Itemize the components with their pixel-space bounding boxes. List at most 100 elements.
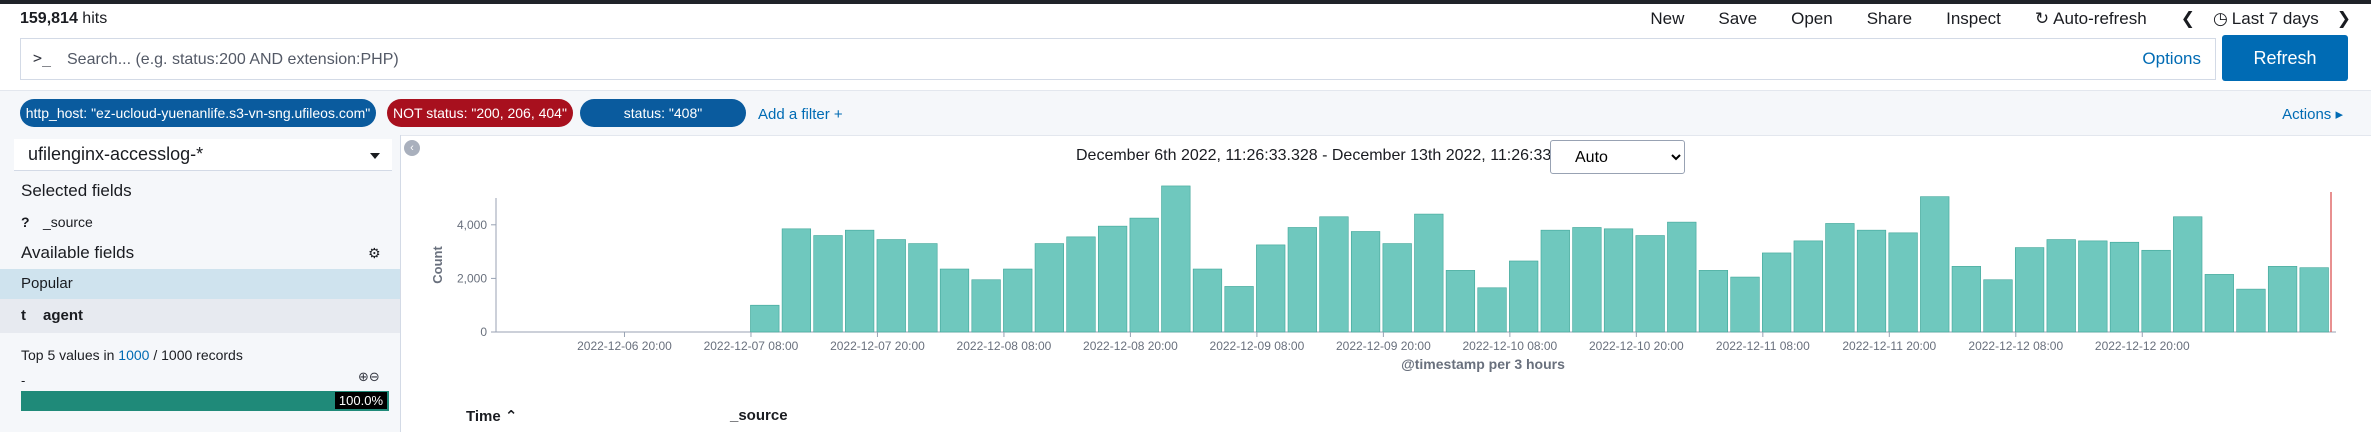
filter-pill-status[interactable]: status: "408" — [580, 99, 746, 127]
collapse-sidebar-icon[interactable]: ‹ — [404, 140, 420, 156]
filter-pill-not-status[interactable]: NOT status: "200, 206, 404" — [387, 99, 573, 127]
top-value-progress-bar: 100.0% — [21, 391, 389, 411]
filter-zoom-controls: ⊕⊖ — [358, 369, 380, 385]
y-tick-label: 2,000 — [457, 271, 487, 285]
histogram-bar — [2109, 241, 2140, 333]
filter-pill-http-host[interactable]: http_host: "ez-ucloud-yuenanlife.s3-vn-s… — [20, 99, 376, 127]
x-tick-label: 2022-12-07 20:00 — [830, 339, 925, 353]
histogram-bar — [1034, 243, 1064, 333]
histogram-chart: 0 2,000 4,000 2022-12-06 20:00 2022-12-07 08… — [430, 185, 2336, 372]
selected-fields-title: Selected fields — [21, 181, 132, 200]
search-input[interactable] — [65, 39, 2049, 81]
histogram-bar — [1667, 221, 1697, 333]
histogram-bar — [1572, 227, 1602, 333]
zoom-in-icon[interactable]: ⊕ — [358, 369, 369, 384]
save-button[interactable]: Save — [1718, 9, 1757, 29]
histogram-bar — [750, 304, 780, 333]
x-tick-label: 2022-12-12 20:00 — [2095, 339, 2190, 353]
field-row-agent[interactable]: t agent — [0, 299, 400, 333]
index-pattern-select[interactable]: ufilenginx-accesslog-* — [14, 139, 392, 171]
popular-label: Popular — [21, 275, 73, 292]
query-prompt-icon: >_ — [33, 49, 52, 67]
refresh-icon: ↻ — [2034, 9, 2050, 28]
histogram-bar — [939, 268, 970, 333]
histogram-bar — [1856, 229, 1887, 333]
gear-icon[interactable]: ⚙ — [368, 245, 381, 262]
x-tick-label: 2022-12-11 08:00 — [1716, 339, 1810, 353]
filter-bar: http_host: "ez-ucloud-yuenanlife.s3-vn-s… — [0, 90, 2371, 136]
x-tick-label: 2022-12-12 08:00 — [1968, 339, 2063, 353]
field-sidebar: ufilenginx-accesslog-* Selected fields ?… — [0, 135, 401, 432]
histogram-bar — [845, 229, 875, 333]
histogram-bar — [1192, 268, 1223, 333]
source-column-header: _source — [730, 407, 788, 424]
options-button[interactable]: Options — [2142, 49, 2201, 69]
window-top-border — [0, 0, 2371, 4]
histogram-bar — [1161, 185, 1191, 333]
histogram-bar — [1983, 279, 2013, 333]
refresh-button[interactable]: Refresh — [2222, 35, 2348, 81]
histogram-bar — [813, 235, 843, 333]
y-tick-label: 4,000 — [457, 218, 487, 232]
histogram-bar — [1888, 232, 1918, 333]
auto-refresh-button[interactable]: ↻ Auto-refresh — [2035, 9, 2147, 29]
histogram-bar — [1350, 231, 1381, 333]
histogram-bar — [1951, 266, 1981, 333]
time-column-header[interactable]: Time ⌃ — [466, 407, 517, 425]
chevron-right-icon: ❯ — [2336, 9, 2351, 28]
x-tick-label: 2022-12-06 20:00 — [577, 339, 672, 353]
histogram-bar — [1129, 217, 1159, 333]
histogram-bar — [1097, 225, 1128, 333]
time-picker-button[interactable]: ◷ Last 7 days — [2213, 9, 2319, 29]
new-button[interactable]: New — [1650, 9, 1684, 29]
date-range-label: December 6th 2022, 11:26:33.328 - Decemb… — [1076, 147, 1603, 164]
top-menu: New Save Open Share Inspect ↻ Auto-refres… — [1650, 9, 2351, 29]
histogram-bar — [2204, 274, 2234, 333]
x-tick-label: 2022-12-10 08:00 — [1462, 339, 1557, 353]
x-tick-label: 2022-12-11 20:00 — [1842, 339, 1936, 353]
hits-number: 159,814 — [20, 10, 78, 27]
top-values-count-link[interactable]: 1000 — [118, 347, 149, 363]
histogram-bar — [1825, 223, 1855, 333]
zoom-out-icon[interactable]: ⊖ — [369, 369, 380, 384]
field-name: agent — [43, 307, 84, 324]
histogram-bar — [1603, 228, 1634, 333]
x-tick-label: 2022-12-09 20:00 — [1336, 339, 1431, 353]
y-axis-title: Count — [430, 246, 445, 284]
add-filter-button[interactable]: Add a filter + — [758, 106, 843, 123]
open-button[interactable]: Open — [1791, 9, 1833, 29]
histogram-bar — [1635, 235, 1665, 333]
histogram-bar — [1477, 287, 1507, 333]
x-tick-label: 2022-12-08 08:00 — [957, 339, 1052, 353]
histogram-bar — [1698, 270, 1729, 333]
interval-select[interactable]: Auto — [1550, 140, 1685, 174]
histogram-bar — [2299, 267, 2329, 333]
histogram-bar — [1287, 227, 1317, 333]
clock-icon: ◷ — [2212, 9, 2228, 28]
inspect-button[interactable]: Inspect — [1946, 9, 2001, 29]
x-tick-label: 2022-12-07 08:00 — [704, 339, 799, 353]
share-button[interactable]: Share — [1867, 9, 1912, 29]
available-fields-title: Available fields — [21, 243, 135, 262]
histogram-bar — [876, 239, 906, 333]
index-pattern-label: ufilenginx-accesslog-* — [28, 144, 204, 164]
histogram-bar — [2014, 247, 2045, 333]
hits-suffix: hits — [77, 10, 108, 27]
actions-button[interactable]: Actions ▸ — [2282, 105, 2343, 123]
histogram-bar — [1509, 260, 1539, 333]
time-back-button[interactable]: ❮ — [2181, 9, 2195, 29]
time-forward-button[interactable]: ❯ — [2337, 9, 2351, 29]
histogram-bar — [2173, 216, 2203, 333]
histogram-bar — [1256, 244, 1286, 333]
x-axis-title: @timestamp per 3 hours — [1401, 356, 1565, 372]
histogram-bar — [2078, 240, 2108, 333]
histogram-bar — [1445, 270, 1476, 333]
histogram-bar — [2267, 266, 2298, 333]
top-values-caption: Top 5 values in 1000 / 1000 records — [21, 347, 243, 363]
field-row-source[interactable]: ? _source — [21, 214, 93, 230]
field-type-icon: ? — [21, 214, 30, 230]
histogram-bar — [2236, 288, 2266, 333]
histogram-bar — [1382, 243, 1412, 333]
top-value-percent: 100.0% — [334, 392, 387, 409]
field-type-icon: t — [21, 307, 26, 324]
